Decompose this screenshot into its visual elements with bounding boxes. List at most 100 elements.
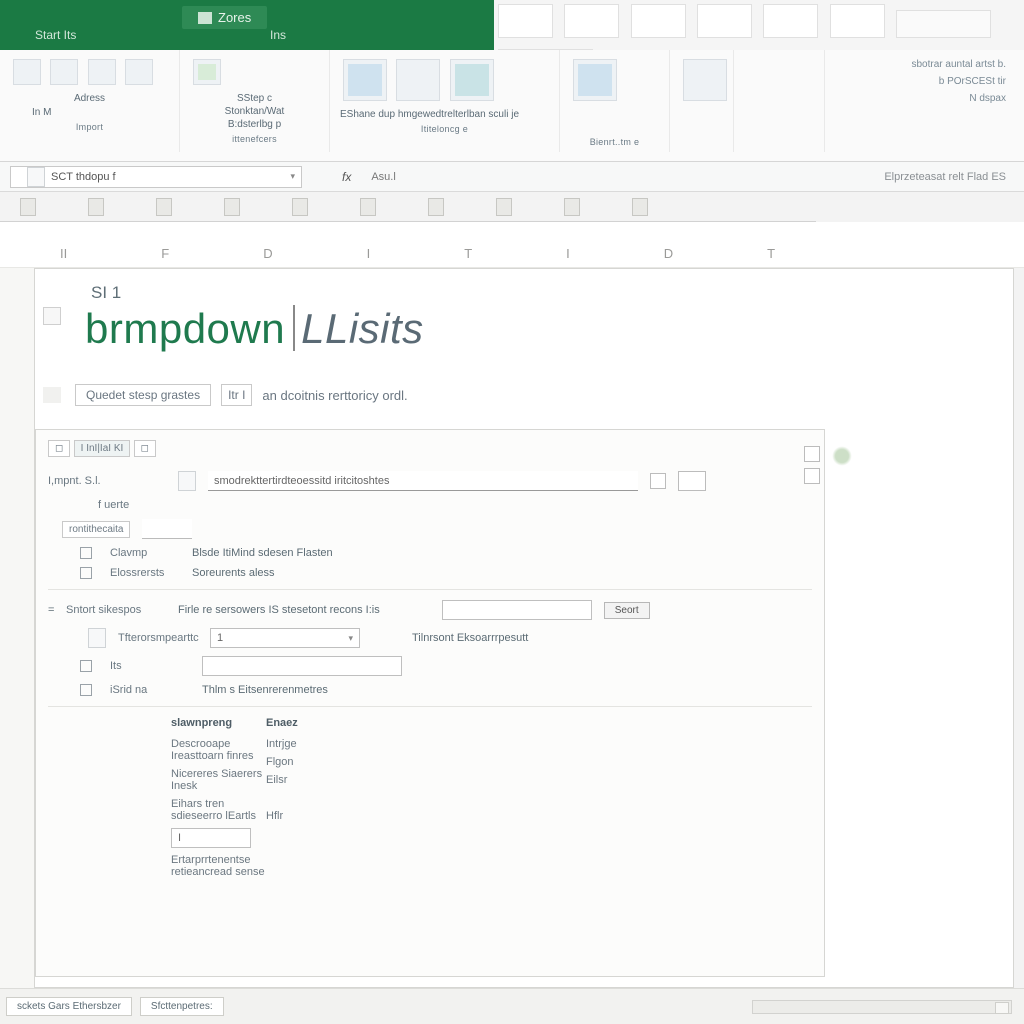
section-sort-field[interactable]: [442, 600, 592, 620]
ribbon-icon-copy[interactable]: [88, 59, 116, 85]
col-4[interactable]: I: [367, 246, 371, 261]
ribbon-icon-globe[interactable]: [450, 59, 494, 101]
worksheet[interactable]: SI 1 brmpdownLLisits Quedet stesp graste…: [34, 268, 1014, 988]
checkbox-clamp[interactable]: [80, 547, 92, 559]
qat-button-4[interactable]: [697, 4, 752, 38]
opt2-input[interactable]: [202, 656, 402, 676]
sheet-tab-1[interactable]: sckets Gars Ethersbzer: [6, 997, 132, 1016]
header-picker[interactable]: [678, 471, 706, 491]
ribbon-icon-chart[interactable]: [343, 59, 387, 101]
row-2-chip[interactable]: rontithecaita: [62, 521, 130, 538]
header-dropdown[interactable]: [650, 473, 666, 489]
col-8[interactable]: T: [767, 246, 775, 261]
sheet-tab-2[interactable]: Sfcttenpetres:: [140, 997, 224, 1016]
panel-side-btn-2[interactable]: [804, 468, 820, 484]
horizontal-scrollbar[interactable]: [752, 1000, 1012, 1014]
ribbon-icon-pivot[interactable]: [396, 59, 440, 101]
ribbon-right-entry-1[interactable]: sbotrar auntal artst b.: [835, 56, 1014, 73]
qat-button-3[interactable]: [631, 4, 686, 38]
subtitle-button-2[interactable]: Itr I: [221, 384, 252, 406]
col-3[interactable]: D: [263, 246, 272, 261]
sheet-tab-bar: sckets Gars Ethersbzer Sfcttenpetres:: [0, 988, 1024, 1024]
panel-tab-main[interactable]: I InI|IaI KI: [74, 440, 131, 457]
ribbon-icon-clipboard[interactable]: [13, 59, 41, 85]
toolbar-btn-10[interactable]: [632, 198, 648, 216]
kv-col1-c: Eihars tren sdieseerro lEartls: [171, 795, 266, 825]
panel-side-btn-1[interactable]: [804, 446, 820, 462]
qat-button-5[interactable]: [763, 4, 818, 38]
ribbon-group-right: sbotrar auntal artst b. b POrSCESt tir N…: [824, 50, 1024, 152]
opt1-label: Tfterorsmpearttc: [118, 632, 198, 644]
panel-tab-right[interactable]: ◻: [134, 440, 156, 457]
sort-button[interactable]: Seort: [604, 602, 650, 619]
fx-button[interactable]: fx: [342, 170, 351, 184]
page-title: brmpdownLLisits: [85, 305, 424, 353]
toolbar-btn-1[interactable]: [20, 198, 36, 216]
col-6[interactable]: I: [566, 246, 570, 261]
ribbon-group-5: [670, 50, 734, 152]
name-box[interactable]: SCT thdopu f: [10, 166, 302, 188]
header-input[interactable]: smodrekttertirdteoessitd iritcitoshtes: [208, 471, 638, 491]
ribbon: Adress In M Import SStep c Stonktan/Wat …: [0, 50, 1024, 162]
opt-row-2: Its: [36, 652, 824, 680]
toolbar-btn-3[interactable]: [156, 198, 172, 216]
toolbar-btn-6[interactable]: [360, 198, 376, 216]
ribbon-icon-paste[interactable]: [50, 59, 78, 85]
opt1-dropdown[interactable]: 1: [210, 628, 360, 648]
ribbon-group-3-caption: Ititeloncg e: [340, 124, 549, 134]
ribbon-group-1: Adress In M Import: [0, 50, 180, 152]
ribbon-tab-active-label: Zores: [218, 10, 251, 25]
panel-tab-left[interactable]: ◻: [48, 440, 70, 457]
toolbar-btn-2[interactable]: [88, 198, 104, 216]
kv-col2-c: Eilsr: [266, 771, 386, 789]
header-icon: [178, 471, 196, 491]
subtitle-button-1[interactable]: Quedet stesp grastes: [75, 384, 211, 406]
panel-side-controls: [800, 440, 824, 966]
ribbon-right-entry-2[interactable]: b POrSCESt tir: [835, 73, 1014, 90]
row-headers: [0, 268, 34, 988]
toolbar-btn-7[interactable]: [428, 198, 444, 216]
qat-button-1[interactable]: [498, 4, 553, 38]
ribbon-icon-format[interactable]: [125, 59, 153, 85]
row-marker: [43, 387, 61, 403]
col-5[interactable]: T: [464, 246, 472, 261]
toolbar-btn-4[interactable]: [224, 198, 240, 216]
col-1[interactable]: II: [60, 246, 67, 261]
row-4-label: Elossrersts: [110, 567, 180, 579]
collapse-toggle[interactable]: [43, 307, 61, 325]
qat-button-wide-1[interactable]: [896, 10, 991, 38]
ribbon-group-2: SStep c Stonktan/Wat B:dsterlbg p ittene…: [180, 50, 330, 152]
row-2-underline[interactable]: [142, 519, 192, 539]
opt3-value: Thlm s Eitsenrerenmetres: [202, 684, 328, 696]
ribbon-tab-start[interactable]: Start Its: [35, 28, 76, 42]
formula-bar-right: Elprzeteasat relt Flad ES: [884, 171, 1006, 183]
qat-button-2[interactable]: [564, 4, 619, 38]
ribbon-tab-insert[interactable]: Ins: [270, 28, 286, 42]
window-tabs: Start Its Zores Ins: [0, 0, 494, 50]
ribbon-label-2c: B:dsterlbg p: [190, 119, 319, 130]
checkbox-opt2[interactable]: [80, 660, 92, 672]
ribbon-icon-filter[interactable]: [683, 59, 727, 101]
panel-separator-1: [48, 589, 812, 590]
ribbon-icon-table[interactable]: [193, 59, 221, 85]
formula-input[interactable]: Asu.l: [371, 171, 395, 183]
checkbox-opt3[interactable]: [80, 684, 92, 696]
ribbon-icon-calendar[interactable]: [573, 59, 617, 101]
ribbon-tab-active[interactable]: Zores: [182, 6, 267, 29]
watermark-icon: [830, 445, 854, 467]
opt-row-1: Tfterorsmpearttc 1 Tilnrsont Eksoarrrpes…: [36, 624, 824, 652]
toolbar-btn-9[interactable]: [564, 198, 580, 216]
ribbon-right-entry-3[interactable]: N dspax: [835, 90, 1014, 107]
qat-button-6[interactable]: [830, 4, 885, 38]
toolbar-btn-8[interactable]: [496, 198, 512, 216]
header-input-row: I,mpnt. S.l. smodrekttertirdteoessitd ir…: [36, 467, 824, 495]
toolbar-btn-5[interactable]: [292, 198, 308, 216]
subtitle-row: Quedet stesp grastes Itr I an dcoitnis r…: [75, 381, 493, 409]
kv-col1-e: Ertarprrtenentse retieancread sense: [171, 851, 266, 881]
col-7[interactable]: D: [664, 246, 673, 261]
col-2[interactable]: F: [161, 246, 169, 261]
opt1-icon: [88, 628, 106, 648]
kv-col1-input[interactable]: I: [171, 828, 251, 848]
column-headers: II F D I T I D T: [0, 222, 1024, 268]
checkbox-eloss[interactable]: [80, 567, 92, 579]
